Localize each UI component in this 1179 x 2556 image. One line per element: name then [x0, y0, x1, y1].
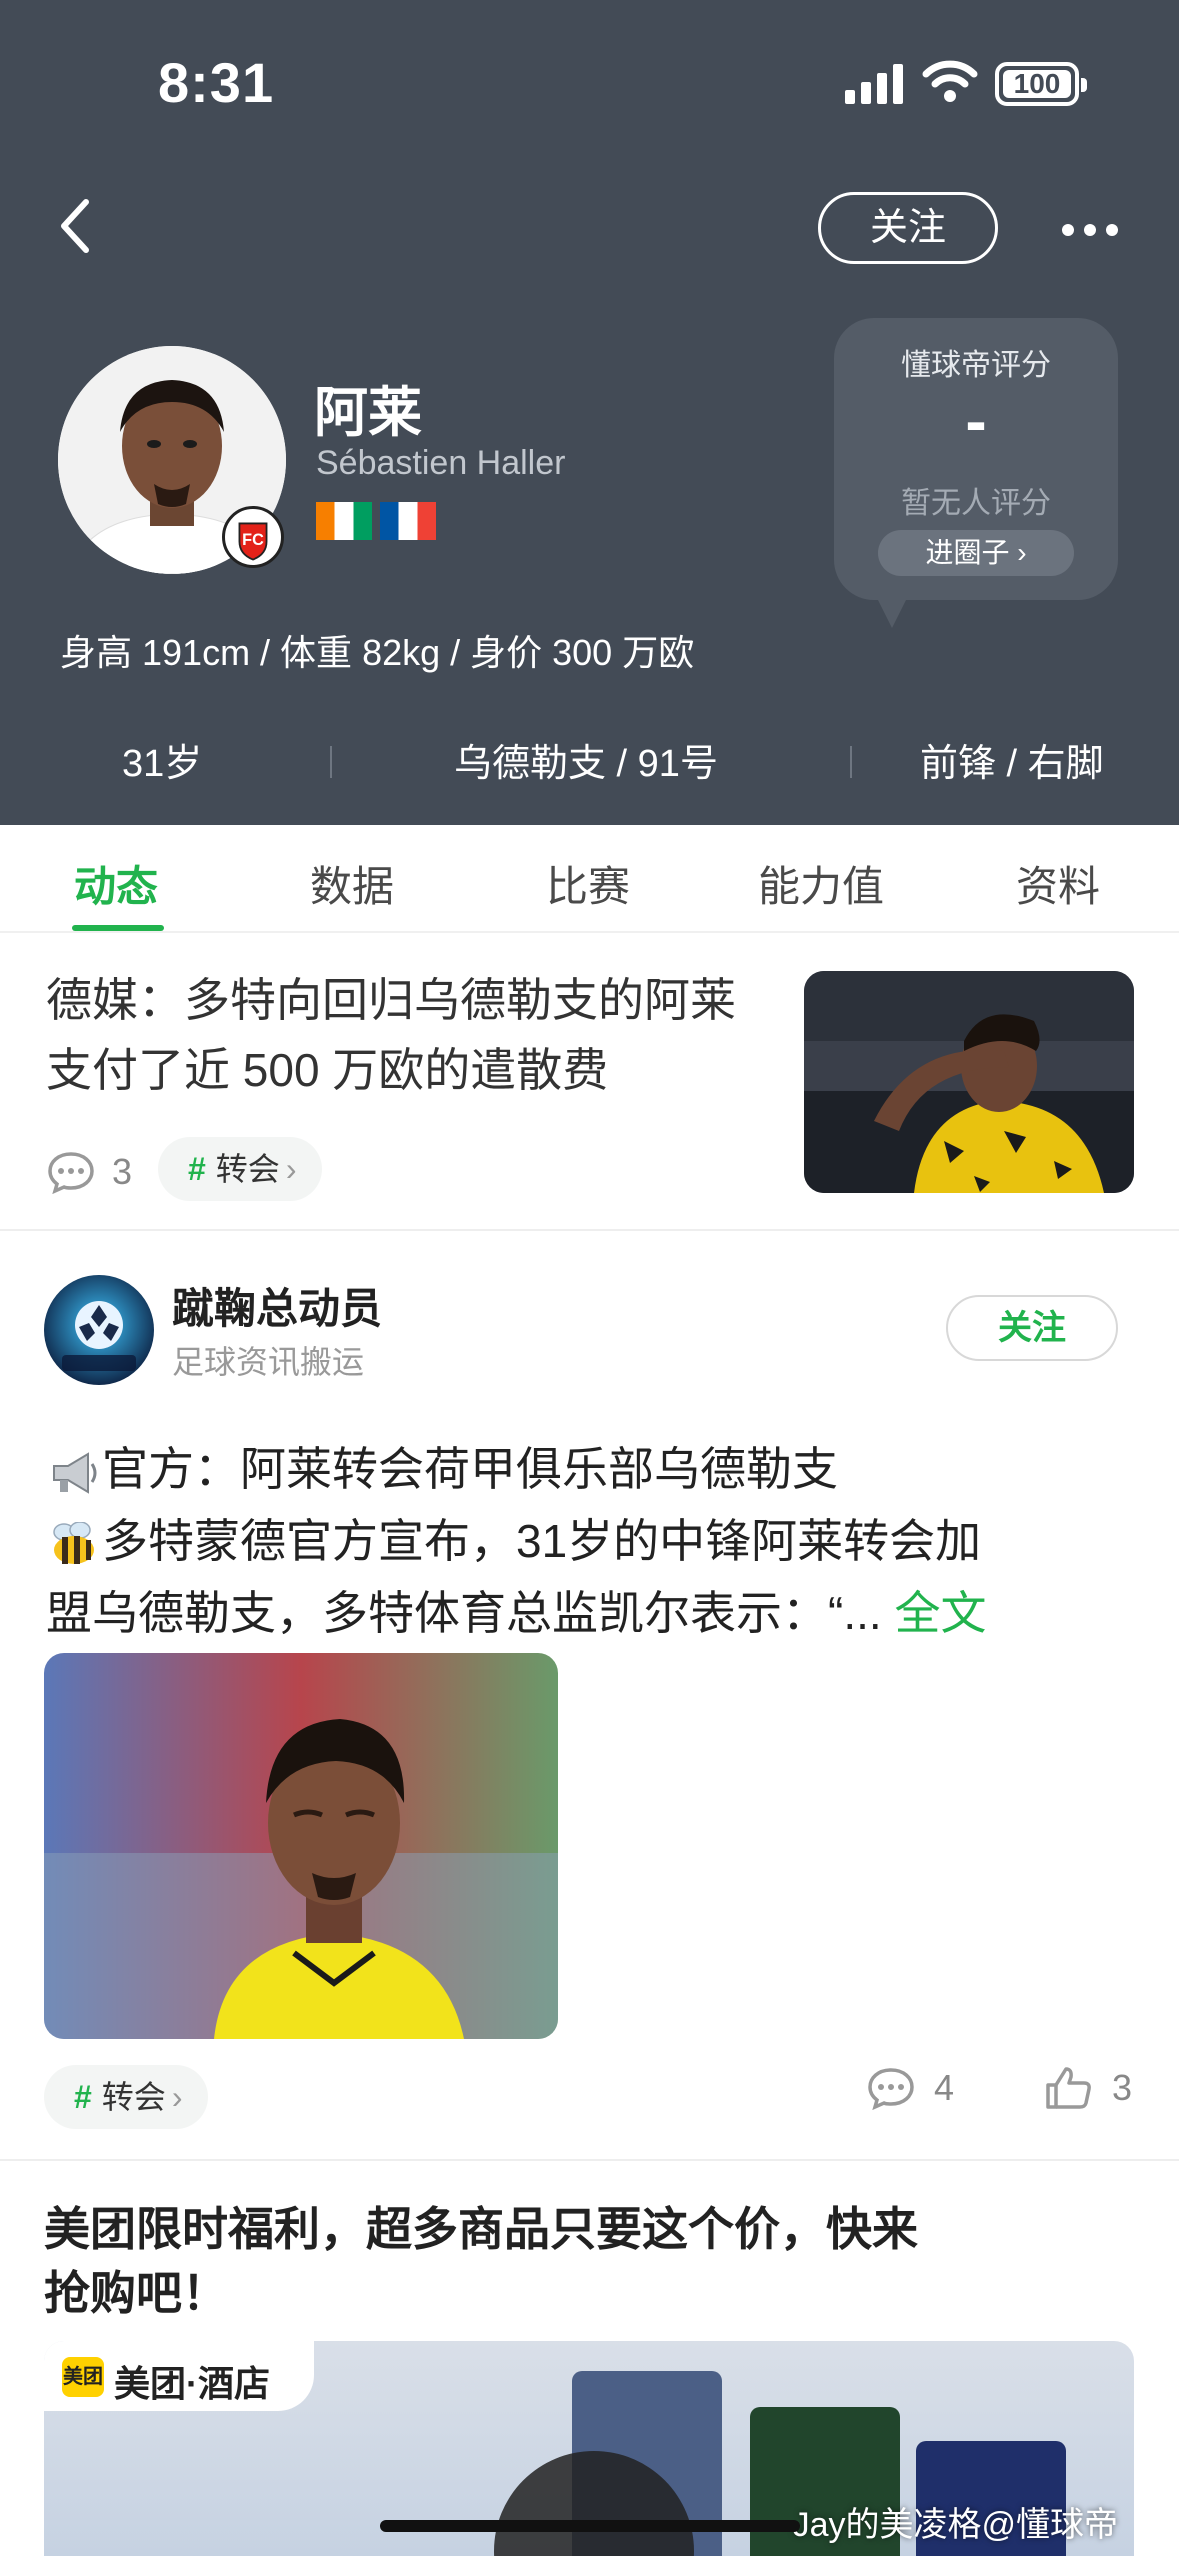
post-image[interactable] [44, 1653, 558, 2039]
rating-value: - [965, 385, 987, 457]
status-time: 8:31 [158, 51, 275, 114]
post-tag-label: 转会 [101, 2079, 166, 2115]
author-subtitle: 足球资讯搬运 [172, 1344, 365, 1380]
follow-author-button[interactable]: 关注 [946, 1295, 1118, 1361]
post-line-2: 多特蒙德官方宣布，31岁的中锋阿莱转会加 [46, 1505, 981, 1577]
flag-cote-divoire-icon [316, 502, 372, 540]
tab-data[interactable]: 数据 [310, 853, 394, 914]
post-line-1: 官方：阿莱转会荷甲俱乐部乌德勒支 [46, 1433, 838, 1505]
active-tab-indicator [72, 925, 164, 931]
status-bar: 8:31 100 [0, 0, 1179, 170]
megaphone-icon [46, 1433, 102, 1505]
flag-france-icon [380, 502, 436, 540]
wifi-icon [922, 60, 978, 102]
tab-feed[interactable]: 动态 [74, 853, 158, 914]
ad-item[interactable]: 美团限时福利，超多商品只要这个价，快来 抢购吧！ 美团 美团·酒店 Jay的美凌… [0, 2161, 1179, 2556]
post-text-line-3: 盟乌德勒支，多特体育总监凯尔表示：“... [46, 1587, 882, 1639]
post-comments[interactable]: 4 [866, 2065, 955, 2111]
ad-logo-text: 美团·酒店 [114, 2363, 270, 2404]
ad-title-line-2: 抢购吧！ [44, 2267, 228, 2319]
home-indicator[interactable] [380, 2520, 800, 2532]
player-info-row: 31岁 乌德勒支 / 91号 前锋 / 右脚 [0, 732, 1179, 792]
svg-text:FC: FC [242, 531, 264, 549]
meituan-logo-icon: 美团 [62, 2357, 104, 2397]
tab-ability[interactable]: 能力值 [758, 853, 884, 914]
ad-title[interactable]: 美团限时福利，超多商品只要这个价，快来 抢购吧！ [44, 2197, 1044, 2325]
post-text-line-1: 官方：阿莱转会荷甲俱乐部乌德勒支 [102, 1443, 838, 1495]
news-tag-chip[interactable]: # 转会 › [158, 1137, 323, 1201]
player-name: 阿莱 [314, 383, 422, 443]
player-stats-line: 身高 191cm / 体重 82kg / 身价 300 万欧 [60, 632, 695, 673]
rating-note: 暂无人评分 [901, 487, 1051, 520]
ad-title-line-1: 美团限时福利，超多商品只要这个价，快来 [44, 2203, 918, 2255]
club-badge-icon: FC [222, 506, 284, 568]
divider [850, 746, 852, 778]
comment-icon [868, 2068, 914, 2111]
player-age: 31岁 [122, 743, 203, 785]
watermark: Jay的美凌格@懂球帝 [792, 2506, 1118, 2544]
ad-logo: 美团 美团·酒店 [44, 2341, 314, 2411]
rating-card[interactable]: 懂球帝评分 - 暂无人评分 进圈子 › [834, 318, 1118, 628]
read-full-text-link[interactable]: 全文 [894, 1587, 986, 1639]
more-icon[interactable] [1060, 220, 1120, 240]
like-icon [1046, 2067, 1091, 2110]
news-item[interactable]: 德媒：多特向回归乌德勒支的阿莱支付了近 500 万欧的遣散费 3 # 转会 › [0, 933, 1179, 1231]
news-title[interactable]: 德媒：多特向回归乌德勒支的阿莱支付了近 500 万欧的遣散费 [46, 965, 766, 1105]
author-name[interactable]: 蹴鞠总动员 [172, 1275, 382, 1336]
follow-player-button[interactable]: 关注 [818, 192, 998, 264]
hashtag-icon: # [188, 1151, 206, 1187]
tab-bar: 动态 数据 比赛 能力值 资料 [0, 825, 1179, 933]
bee-icon [46, 1505, 102, 1577]
signal-icon [845, 64, 903, 104]
hashtag-icon: # [74, 2079, 92, 2115]
post-tag-chip[interactable]: # 转会 › [44, 2065, 209, 2129]
player-header: 8:31 100 关注 FC 阿莱 Sébastien Haller 懂球帝评分… [0, 0, 1179, 825]
join-circle-button[interactable]: 进圈子 › [878, 530, 1074, 576]
post-like-count: 3 [1112, 2067, 1133, 2109]
rating-title: 懂球帝评分 [901, 349, 1051, 382]
post-likes[interactable]: 3 [1044, 2065, 1132, 2111]
player-latin-name: Sébastien Haller [316, 444, 566, 482]
tab-matches[interactable]: 比赛 [546, 853, 630, 914]
post-text-line-2: 多特蒙德官方宣布，31岁的中锋阿莱转会加 [102, 1515, 982, 1567]
news-comment-count: 3 [112, 1151, 133, 1193]
news-tag-label: 转会 [215, 1151, 280, 1187]
player-position: 前锋 / 右脚 [920, 743, 1104, 785]
author-avatar[interactable] [44, 1275, 154, 1385]
divider [330, 746, 332, 778]
post-comment-count: 4 [934, 2067, 955, 2109]
comment-icon [48, 1152, 94, 1195]
back-arrow-icon[interactable] [52, 196, 102, 256]
feed-post[interactable]: 蹴鞠总动员 足球资讯搬运 关注 官方：阿莱转会荷甲俱乐部乌德勒支 多特蒙德官方宣… [0, 1231, 1179, 2161]
player-club: 乌德勒支 / 91号 [454, 743, 718, 785]
news-thumbnail[interactable] [804, 971, 1134, 1193]
tab-profile[interactable]: 资料 [1016, 853, 1100, 914]
battery-icon: 100 [995, 62, 1087, 106]
post-line-3: 盟乌德勒支，多特体育总监凯尔表示：“... 全文 [46, 1577, 986, 1649]
battery-level: 100 [1003, 70, 1071, 98]
news-comments[interactable]: 3 [46, 1149, 133, 1195]
